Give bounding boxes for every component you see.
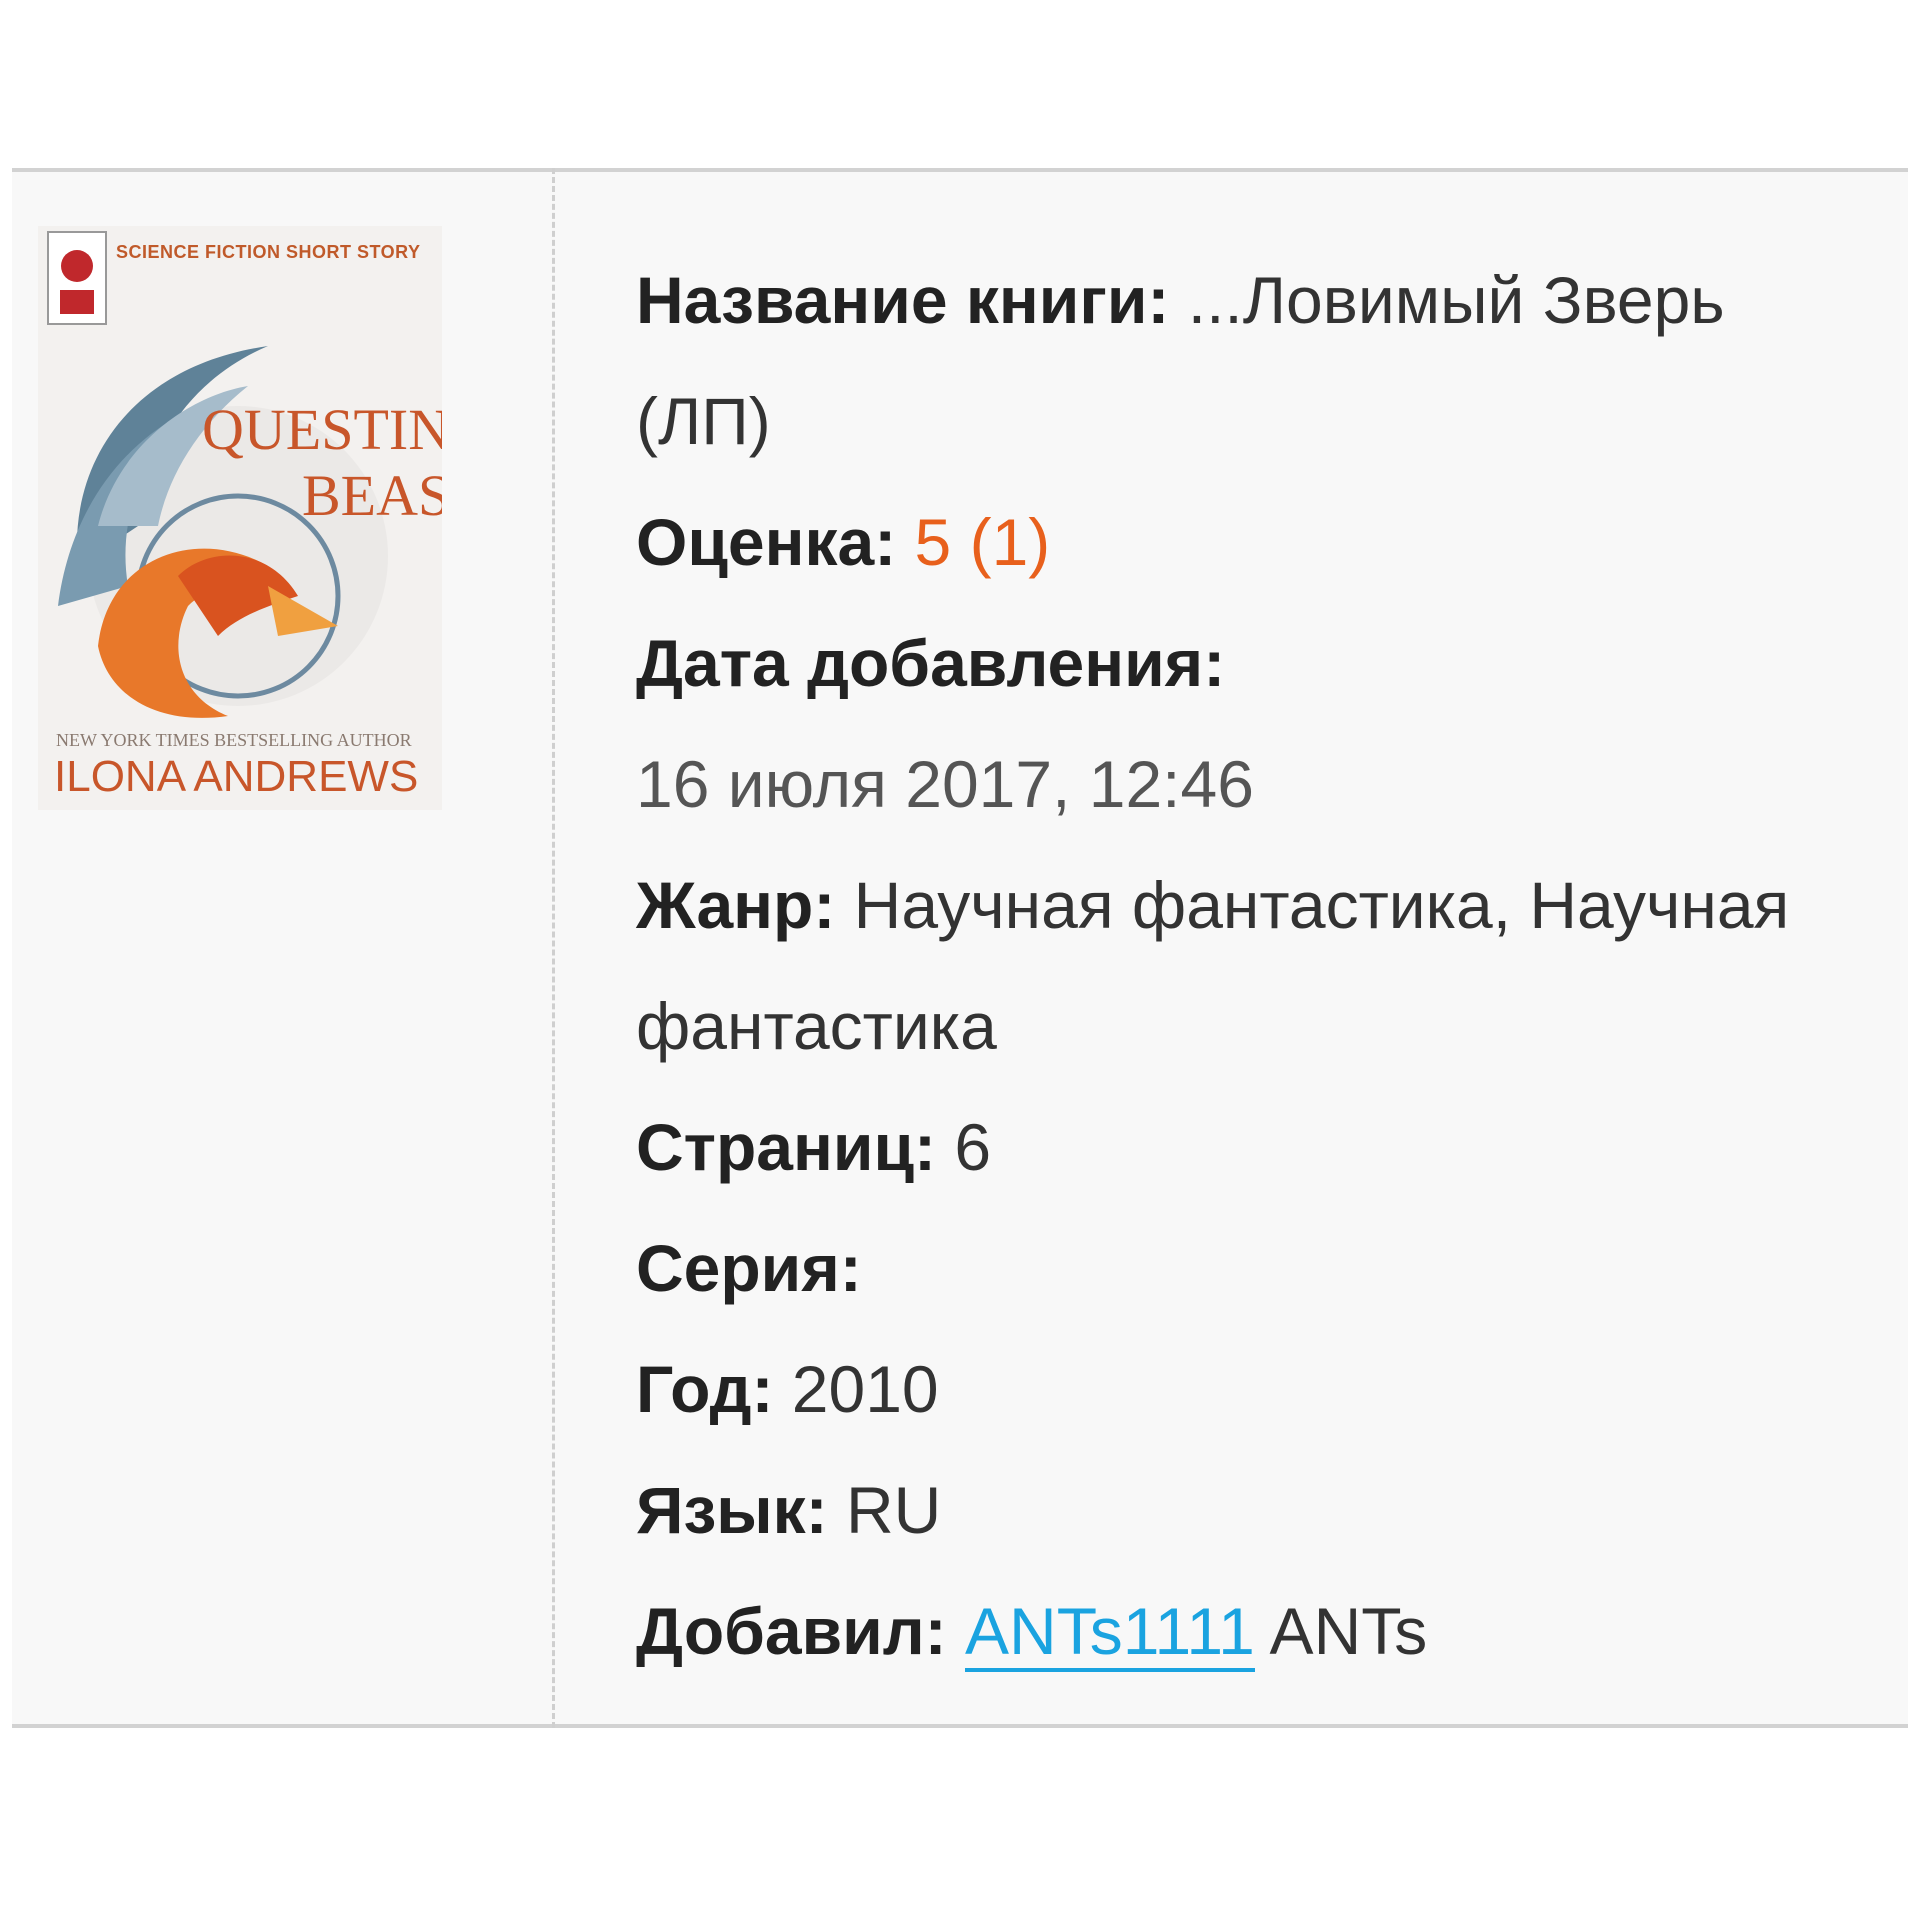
date-added-value-row: 16 июля 2017, 12:46 [636, 724, 1836, 845]
language-row: Язык: RU [636, 1450, 1836, 1571]
year-row: Год: 2010 [636, 1329, 1836, 1450]
book-info-list: Название книги: ...Ловимый Зверь (ЛП) Оц… [636, 240, 1836, 1692]
added-by-row: Добавил: ANTs1111 ANTs [636, 1571, 1836, 1692]
series-row: Серия: [636, 1208, 1836, 1329]
rating-label: Оценка: [636, 505, 897, 579]
uploader-name: ANTs [1269, 1594, 1428, 1668]
cover-author: ILONA ANDREWS [54, 752, 419, 801]
year-value: 2010 [791, 1352, 939, 1426]
book-title-label: Название книги: [636, 263, 1170, 337]
date-added-row: Дата добавления: [636, 603, 1836, 724]
date-added-value: 16 июля 2017, 12:46 [636, 747, 1254, 821]
pages-label: Страниц: [636, 1110, 936, 1184]
pages-value: 6 [954, 1110, 992, 1184]
cover-tagline: SCIENCE FICTION SHORT STORY [116, 242, 421, 262]
cover-title-line2: BEAST [302, 463, 442, 528]
book-card: SCIENCE FICTION SHORT STORY QUESTING BEA… [12, 168, 1908, 1728]
language-value: RU [845, 1473, 942, 1547]
uploader-profile-link[interactable]: ANTs1111 [965, 1594, 1255, 1672]
column-divider [552, 168, 555, 1728]
genre-row: Жанр: Научная фантастика, Научная фантас… [636, 845, 1836, 1087]
book-title-row: Название книги: ...Ловимый Зверь (ЛП) [636, 240, 1836, 482]
date-added-label: Дата добавления: [636, 626, 1226, 700]
rating-row: Оценка: 5 (1) [636, 482, 1836, 603]
rating-value: 5 (1) [914, 505, 1051, 579]
pages-row: Страниц: 6 [636, 1087, 1836, 1208]
year-label: Год: [636, 1352, 774, 1426]
added-by-label: Добавил: [636, 1594, 947, 1668]
cover-subtitle: NEW YORK TIMES BESTSELLING AUTHOR [56, 730, 412, 750]
series-label: Серия: [636, 1231, 862, 1305]
cover-title-line1: QUESTING [202, 397, 442, 462]
book-cover-image[interactable]: SCIENCE FICTION SHORT STORY QUESTING BEA… [38, 226, 442, 810]
language-label: Язык: [636, 1473, 828, 1547]
genre-label: Жанр: [636, 868, 836, 942]
